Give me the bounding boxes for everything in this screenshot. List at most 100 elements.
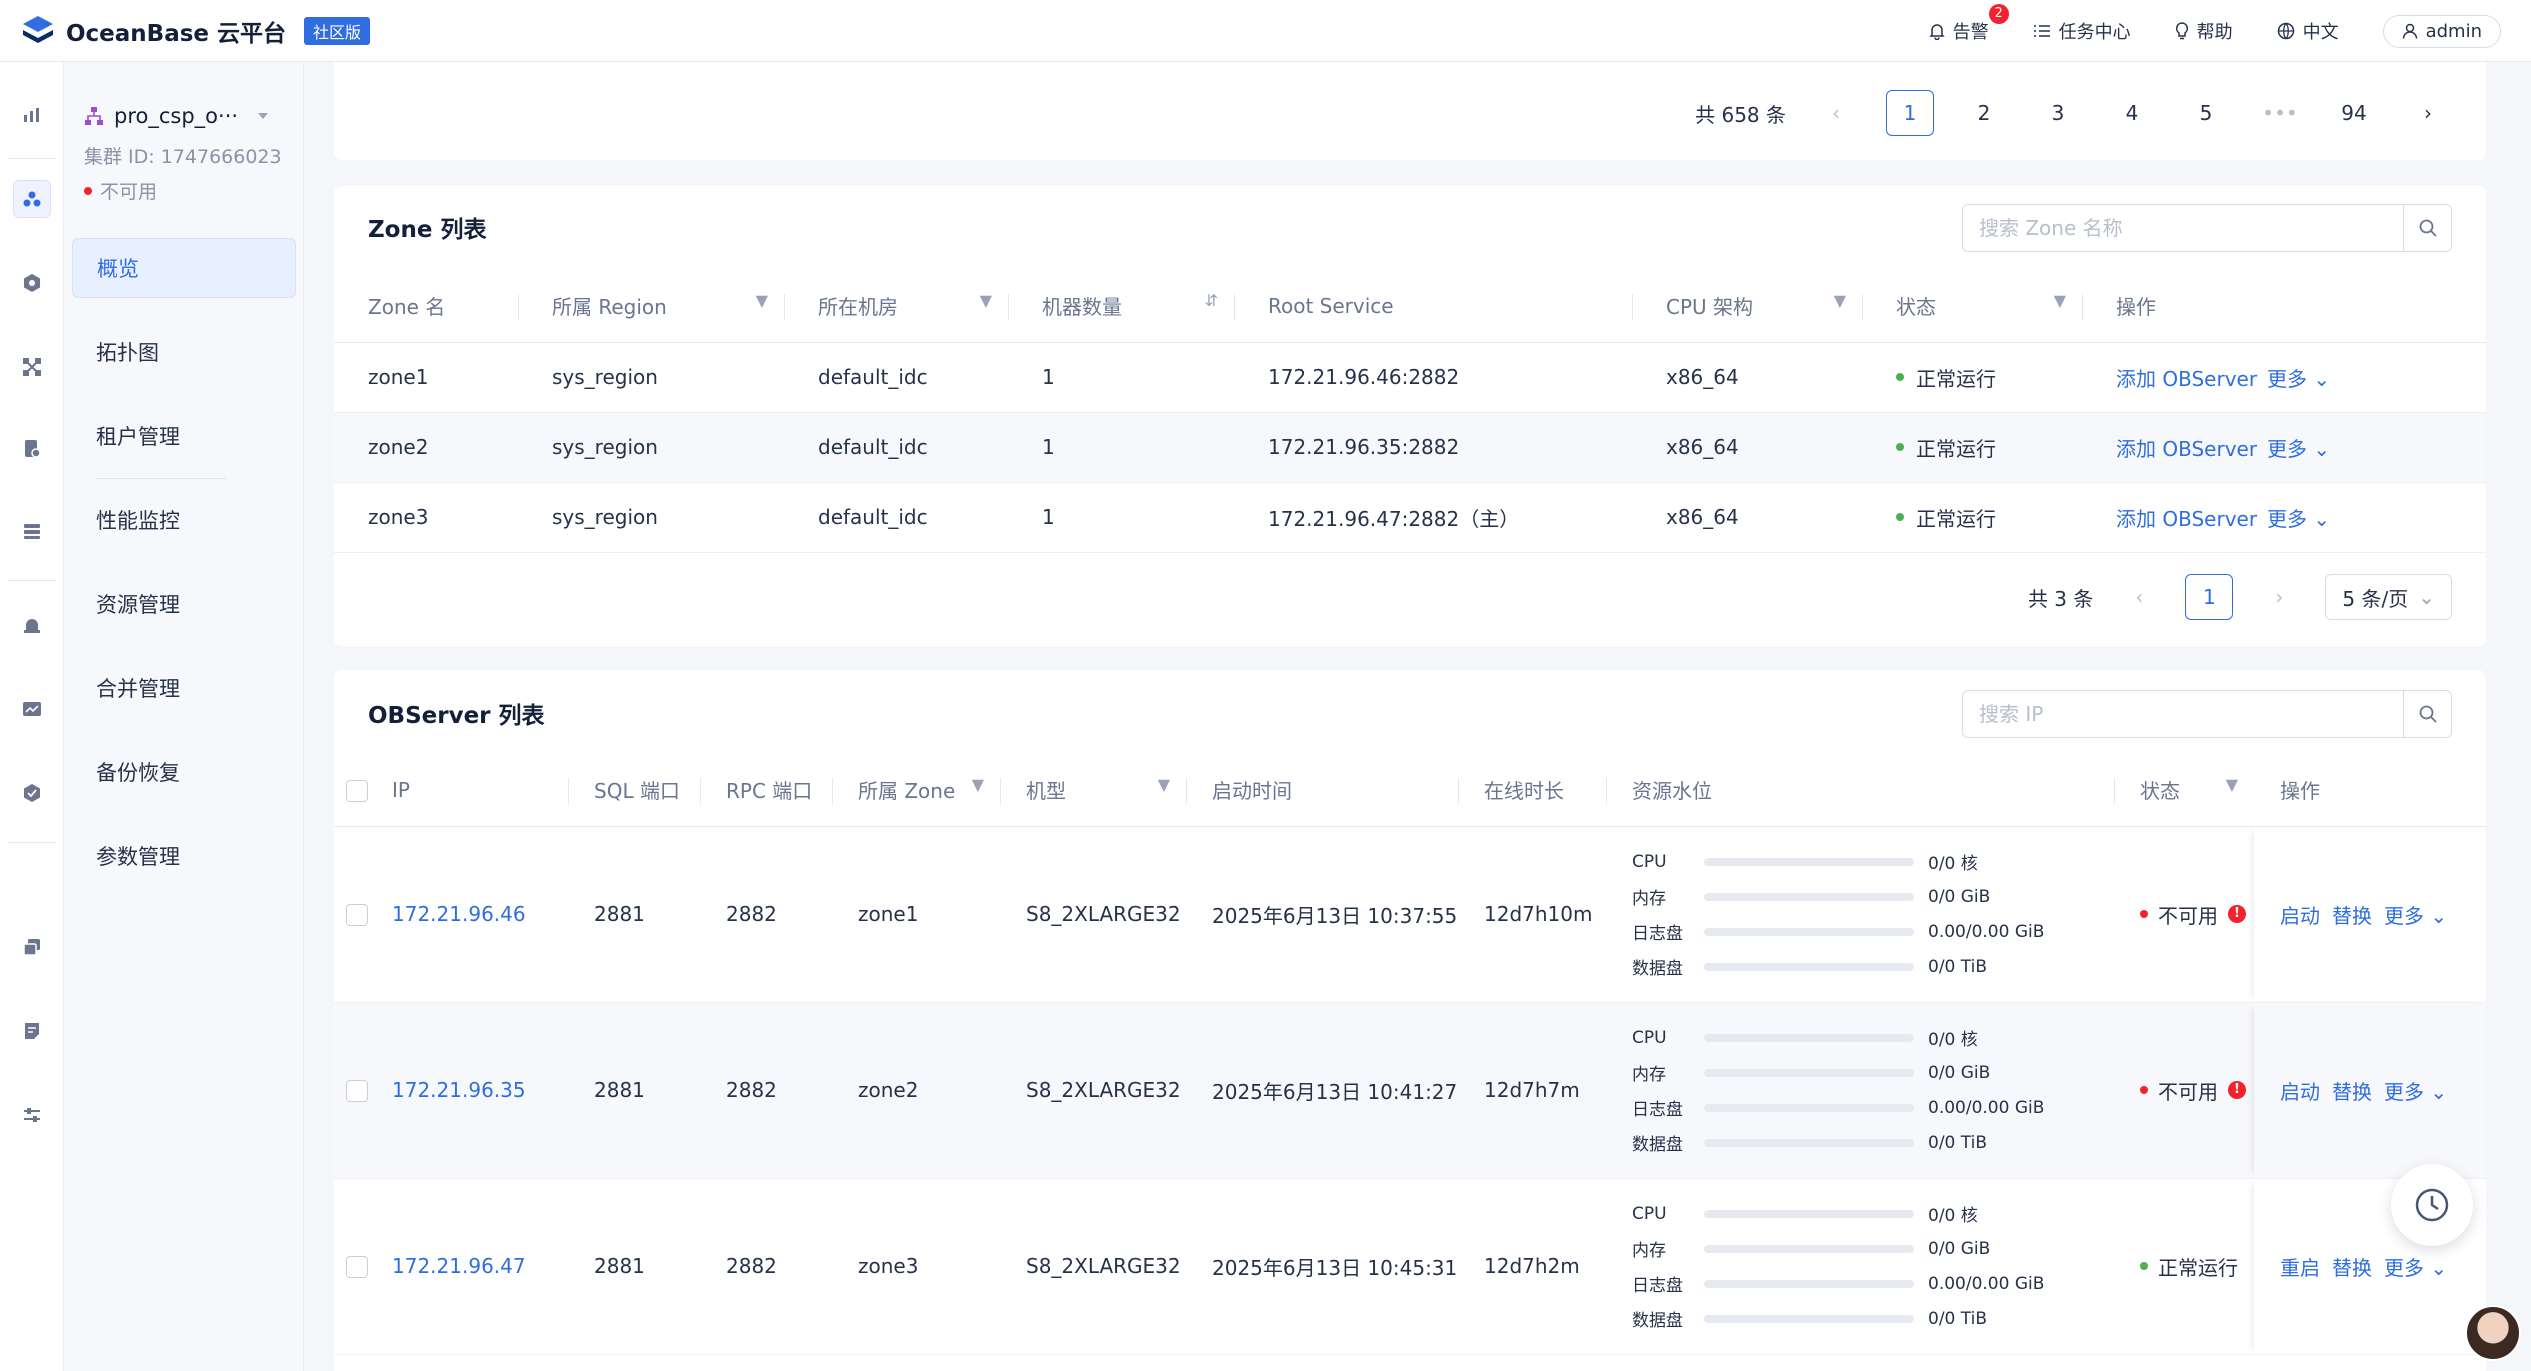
more-dropdown[interactable]: 更多 ⌄	[2267, 507, 2330, 531]
logo[interactable]: OceanBase 云平台 社区版	[20, 13, 371, 49]
rail-settings-icon[interactable]	[13, 1096, 51, 1134]
nav-item-topology[interactable]: 拓扑图	[72, 322, 296, 382]
chevron-down-icon: ⌄	[2418, 585, 2435, 609]
column-header-model: 机型 ▼	[1000, 754, 1186, 827]
row-select	[334, 826, 378, 1003]
zone-search-input[interactable]	[1963, 205, 2403, 251]
nav-item-resources[interactable]: 资源管理	[72, 574, 296, 634]
filter-icon[interactable]: ▼	[980, 291, 992, 310]
rail-document-icon[interactable]	[13, 430, 51, 468]
add-observer-link[interactable]: 添加 OBServer	[2116, 507, 2257, 531]
rail-notes-icon[interactable]	[13, 1012, 51, 1050]
history-float-button[interactable]	[2391, 1164, 2473, 1246]
observer-status: 不可用!	[2114, 1002, 2254, 1179]
oceanbase-logo-icon	[23, 15, 53, 43]
search-button[interactable]	[2403, 691, 2451, 737]
more-dropdown[interactable]: 更多 ⌄	[2267, 437, 2330, 461]
start-action-link[interactable]: 启动	[2280, 904, 2320, 928]
add-observer-link[interactable]: 添加 OBServer	[2116, 437, 2257, 461]
observer-ip-link[interactable]: 172.21.96.47	[392, 1254, 526, 1278]
sort-icon[interactable]: ⇵	[1205, 291, 1218, 310]
resource-bar	[1704, 1068, 1914, 1077]
nav-item-tenants[interactable]: 租户管理	[72, 406, 296, 466]
page-button[interactable]: 4	[2108, 90, 2156, 136]
prev-page-button[interactable]: ‹	[2115, 574, 2163, 620]
rail-topology-icon[interactable]	[13, 348, 51, 386]
page-button[interactable]: 2	[1960, 90, 2008, 136]
row-checkbox[interactable]	[346, 1080, 368, 1103]
rail-dashboard-icon[interactable]	[13, 96, 51, 134]
rail-backup-icon[interactable]	[13, 928, 51, 966]
rail-monitor-icon[interactable]	[13, 690, 51, 728]
rail-cluster-icon[interactable]	[13, 180, 51, 218]
chevron-down-icon: ⌄	[2430, 903, 2448, 928]
row-checkbox[interactable]	[346, 904, 368, 927]
page-size-select[interactable]: 5 条/页 ⌄	[2325, 574, 2452, 620]
observer-actions: 启动 替换 更多 ⌄	[2254, 826, 2486, 1003]
nav-item-backup[interactable]: 备份恢复	[72, 742, 296, 802]
start-action-link[interactable]: 重启	[2280, 1256, 2320, 1280]
status-dot	[84, 186, 92, 195]
status-dot	[2140, 1262, 2148, 1271]
user-menu-button[interactable]: admin	[2382, 14, 2501, 48]
observer-ip-link[interactable]: 172.21.96.35	[392, 1078, 526, 1102]
rail-tenant-icon[interactable]	[13, 264, 51, 302]
observer-ip: 172.21.96.35	[378, 1002, 568, 1179]
nav-item-merge[interactable]: 合并管理	[72, 658, 296, 718]
page-button[interactable]: 1	[2185, 574, 2234, 620]
page-button[interactable]: 94	[2330, 90, 2378, 136]
help-button[interactable]: 帮助	[2175, 18, 2233, 44]
assistant-avatar[interactable]	[2465, 1305, 2521, 1361]
task-center-button[interactable]: 任务中心	[2033, 18, 2131, 44]
rail-database-icon[interactable]	[13, 512, 51, 550]
more-dropdown[interactable]: 更多 ⌄	[2384, 1080, 2447, 1104]
page-button[interactable]: 3	[2034, 90, 2082, 136]
page-button[interactable]: 5	[2182, 90, 2230, 136]
nav-item-performance[interactable]: 性能监控	[72, 490, 296, 550]
alerts-button[interactable]: 告警 2	[1928, 4, 2009, 44]
filter-icon[interactable]: ▼	[2054, 291, 2066, 310]
select-all-checkbox[interactable]	[346, 780, 368, 802]
search-button[interactable]	[2403, 205, 2451, 251]
error-icon[interactable]: !	[2228, 1081, 2246, 1100]
observer-zone: zone2	[832, 1002, 1000, 1179]
page-button[interactable]: 1	[1886, 90, 1934, 136]
more-dropdown[interactable]: 更多 ⌄	[2267, 367, 2330, 391]
replace-action-link[interactable]: 替换	[2332, 904, 2372, 928]
cluster-nav: pro_csp_o··· 集群 ID: 1747666023 不可用 概览 拓扑…	[64, 62, 304, 1371]
resource-value: 0/0 GiB	[1928, 886, 1991, 907]
observer-resource: CPU 0/0 核内存 0/0 GiB 日志盘 0.00/0.00 GiB 数据盘 0/0 …	[1606, 826, 2114, 1003]
more-dropdown[interactable]: 更多 ⌄	[2384, 904, 2447, 928]
replace-action-link[interactable]: 替换	[2332, 1080, 2372, 1104]
nav-item-label: 合并管理	[96, 677, 180, 701]
filter-icon[interactable]: ▼	[1834, 291, 1846, 310]
more-dropdown[interactable]: 更多 ⌄	[2384, 1256, 2447, 1280]
observer-uptime: 12d7h2m	[1458, 1178, 1606, 1355]
next-page-button[interactable]: ›	[2255, 574, 2303, 620]
nav-item-label: 概览	[97, 257, 139, 281]
cluster-selector[interactable]: pro_csp_o···	[84, 104, 270, 128]
next-page-button[interactable]: ›	[2404, 90, 2452, 136]
filter-icon[interactable]: ▼	[1158, 775, 1170, 794]
filter-icon[interactable]: ▼	[756, 291, 768, 310]
add-observer-link[interactable]: 添加 OBServer	[2116, 367, 2257, 391]
filter-icon[interactable]: ▼	[972, 775, 984, 794]
bell-icon	[1928, 24, 1945, 40]
nav-item-parameters[interactable]: 参数管理	[72, 826, 296, 886]
replace-action-link[interactable]: 替换	[2332, 1256, 2372, 1280]
rail-alarm-icon[interactable]	[13, 606, 51, 644]
prev-page-button[interactable]: ‹	[1812, 90, 1860, 136]
language-button[interactable]: 中文	[2277, 18, 2339, 44]
page-ellipsis-button[interactable]: •••	[2256, 90, 2304, 136]
status-dot	[1896, 443, 1904, 452]
nav-item-overview[interactable]: 概览	[72, 238, 296, 298]
start-action-link[interactable]: 启动	[2280, 1080, 2320, 1104]
user-icon	[2402, 23, 2417, 39]
filter-icon[interactable]: ▼	[2226, 775, 2238, 794]
row-checkbox[interactable]	[346, 1256, 368, 1279]
error-icon[interactable]: !	[2228, 905, 2246, 924]
ip-search-input[interactable]	[1963, 691, 2403, 737]
rail-security-icon[interactable]	[13, 774, 51, 812]
row-select	[334, 1178, 378, 1355]
observer-ip-link[interactable]: 172.21.96.46	[392, 902, 526, 926]
